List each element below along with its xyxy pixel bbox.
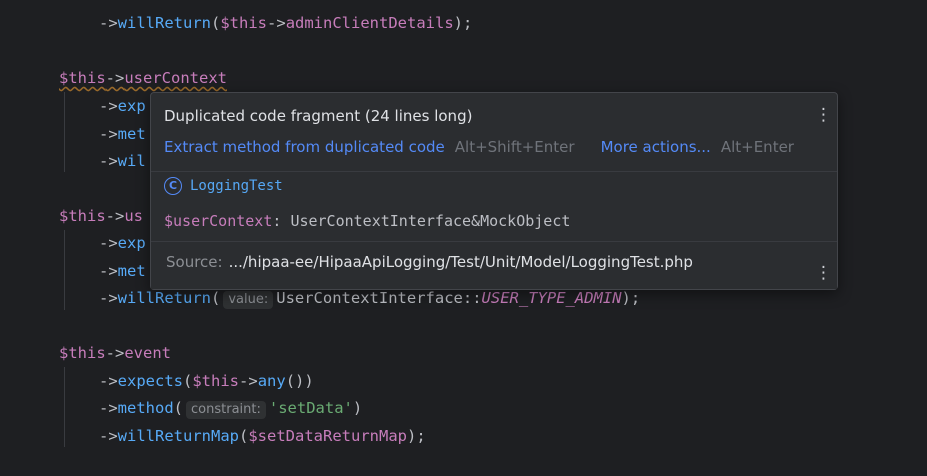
source-footer: Source: .../hipaa-ee/HipaaApiLogging/Test… (151, 242, 837, 289)
code-token: ( (173, 399, 184, 417)
code-token: exp (117, 97, 146, 115)
source-path[interactable]: .../hipaa-ee/HipaaApiLogging/Test/Unit/M… (229, 253, 693, 271)
class-reference[interactable]: C LoggingTest (164, 177, 283, 195)
code-token: -> (99, 399, 118, 417)
duplicate-code-popup: Duplicated code fragment (24 lines long)… (150, 92, 838, 290)
code-token: exp (117, 234, 146, 252)
popup-title: Duplicated code fragment (24 lines long) (164, 107, 473, 125)
more-options-icon[interactable]: ⋮ (815, 263, 832, 283)
code-token: ( (211, 14, 221, 32)
code-token: -> (99, 125, 118, 143)
indent-guide (64, 92, 65, 172)
code-token: willReturnMap (117, 427, 239, 445)
code-line[interactable]: ->expects($this->any()) (99, 371, 314, 391)
code-token: willReturn (117, 14, 211, 32)
signature-colon: : (272, 212, 282, 230)
parameter-hint: constraint: (186, 401, 266, 419)
code-token: method (117, 399, 174, 417)
code-token: event (124, 344, 172, 362)
indent-guide (64, 367, 65, 447)
code-token: ); (621, 289, 641, 307)
code-token: $this (59, 69, 106, 87)
property-type: UserContextInterface&MockObject (290, 212, 571, 230)
class-icon: C (164, 177, 182, 195)
code-line[interactable]: ->method(constraint:'setData') (99, 398, 362, 419)
more-actions-link[interactable]: More actions... (601, 138, 711, 156)
code-token: -> (105, 69, 125, 87)
code-token: adminClientDetails (285, 14, 454, 32)
code-token: -> (267, 14, 286, 32)
code-line[interactable]: ->exp (99, 96, 146, 116)
code-token: -> (105, 207, 125, 225)
code-token: $this (220, 14, 268, 32)
code-token: wil (117, 152, 146, 170)
code-token: UserContextInterface (276, 289, 463, 307)
code-line[interactable]: $this->event (59, 343, 171, 363)
code-token: ( (239, 427, 249, 445)
code-token: $this (59, 344, 106, 362)
code-line[interactable]: ->wil (99, 151, 146, 171)
code-line[interactable]: ->met (99, 124, 146, 144)
source-row: Source: .../hipaa-ee/HipaaApiLogging/Test… (166, 253, 693, 271)
code-token: willReturn (117, 289, 211, 307)
code-token: us (124, 207, 144, 225)
code-token: USER_TYPE_ADMIN (481, 289, 622, 307)
code-token: $setDataReturnMap (248, 427, 407, 445)
code-token: -> (99, 152, 118, 170)
extract-method-shortcut: Alt+Shift+Enter (454, 138, 575, 156)
code-token: ) (352, 399, 363, 417)
code-token: -> (239, 372, 258, 390)
code-token: expects (117, 372, 183, 390)
code-line[interactable]: ->met (99, 261, 146, 281)
parameter-hint: value: (223, 291, 274, 309)
code-token: met (117, 262, 146, 280)
more-options-icon[interactable]: ⋮ (815, 105, 832, 125)
code-token: -> (99, 14, 118, 32)
code-token: 'setData' (268, 399, 353, 417)
code-line[interactable]: $this->us (59, 206, 143, 226)
divider (151, 171, 837, 172)
property-signature: $userContext: UserContextInterface&MockO… (164, 212, 570, 230)
popup-actions: Extract method from duplicated code Alt+S… (164, 138, 794, 156)
code-token: -> (99, 372, 118, 390)
code-token: ); (453, 14, 473, 32)
code-token: -> (99, 234, 118, 252)
indent-guide (64, 230, 65, 310)
code-token: -> (99, 289, 118, 307)
source-label: Source: (166, 253, 223, 271)
code-token: ); (406, 427, 426, 445)
code-token: $this (59, 207, 106, 225)
class-name: LoggingTest (190, 178, 283, 194)
code-line[interactable]: ->exp (99, 233, 146, 253)
code-line[interactable]: ->willReturnMap($setDataReturnMap); (99, 426, 426, 446)
code-token: ()) (285, 372, 314, 390)
code-token: $this (192, 372, 240, 390)
more-actions-shortcut: Alt+Enter (720, 138, 794, 156)
property-name: $userContext (164, 212, 273, 230)
code-line[interactable]: $this->userContext (59, 68, 227, 88)
code-token: -> (99, 427, 118, 445)
code-line[interactable]: ->willReturn($this->adminClientDetails); (99, 13, 472, 33)
code-token: :: (462, 289, 482, 307)
extract-method-link[interactable]: Extract method from duplicated code (164, 138, 445, 156)
code-token: ( (211, 289, 221, 307)
code-token: userContext (124, 69, 227, 87)
code-line[interactable]: ->willReturn(value: UserContextInterface:… (99, 288, 640, 309)
code-token: any (257, 372, 286, 390)
code-token: met (117, 125, 146, 143)
code-token: -> (99, 97, 118, 115)
code-token: -> (105, 344, 125, 362)
code-token: ( (183, 372, 193, 390)
code-token: -> (99, 262, 118, 280)
